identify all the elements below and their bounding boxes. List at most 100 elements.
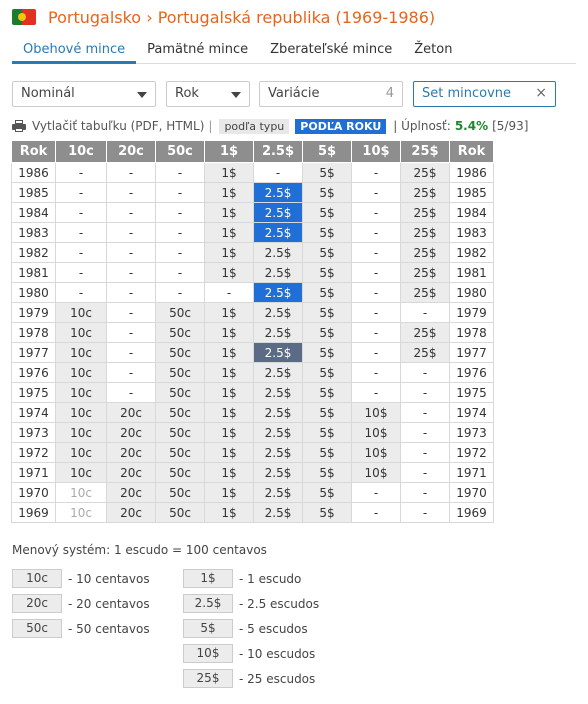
- coin-cell[interactable]: 10c: [55, 402, 107, 423]
- breadcrumb-country-link[interactable]: Portugalsko: [48, 8, 141, 27]
- coin-cell[interactable]: 25$: [400, 242, 450, 263]
- coin-cell[interactable]: 5$: [302, 262, 352, 283]
- coin-cell[interactable]: 50c: [155, 302, 205, 323]
- coin-cell[interactable]: 5$: [302, 382, 352, 403]
- coin-cell[interactable]: 1$: [204, 162, 254, 183]
- coin-cell[interactable]: 5$: [302, 462, 352, 483]
- coin-cell[interactable]: 1$: [204, 182, 254, 203]
- coin-cell[interactable]: 1$: [204, 502, 254, 523]
- coin-cell[interactable]: 10$: [351, 402, 401, 423]
- coin-cell[interactable]: 1$: [204, 222, 254, 243]
- coin-cell[interactable]: 5$: [302, 342, 352, 363]
- coin-cell[interactable]: 1$: [204, 482, 254, 503]
- coin-cell[interactable]: 2.5$: [253, 222, 303, 243]
- coin-cell[interactable]: 50c: [155, 342, 205, 363]
- coin-cell[interactable]: 5$: [302, 322, 352, 343]
- coin-cell[interactable]: 2.5$: [253, 382, 303, 403]
- coin-cell[interactable]: 20c: [106, 442, 156, 463]
- coin-cell[interactable]: 5$: [302, 242, 352, 263]
- coin-cell[interactable]: 2.5$: [253, 202, 303, 223]
- coin-cell[interactable]: 1$: [204, 202, 254, 223]
- coin-cell[interactable]: 5$: [302, 222, 352, 243]
- tab-token[interactable]: Žeton: [403, 38, 463, 64]
- coin-cell[interactable]: 2.5$: [253, 282, 303, 303]
- coin-cell[interactable]: 5$: [302, 302, 352, 323]
- coin-cell[interactable]: 50c: [155, 442, 205, 463]
- coin-cell[interactable]: 2.5$: [253, 302, 303, 323]
- coin-cell[interactable]: 1$: [204, 362, 254, 383]
- coin-cell[interactable]: 10c: [55, 362, 107, 383]
- coin-cell[interactable]: 2.5$: [253, 242, 303, 263]
- coin-cell[interactable]: 10c: [55, 442, 107, 463]
- coin-cell[interactable]: 20c: [106, 422, 156, 443]
- coin-cell[interactable]: 5$: [302, 362, 352, 383]
- coin-cell[interactable]: 25$: [400, 202, 450, 223]
- coin-cell[interactable]: 1$: [204, 442, 254, 463]
- coin-cell[interactable]: 50c: [155, 402, 205, 423]
- coin-cell[interactable]: 50c: [155, 462, 205, 483]
- coin-cell[interactable]: 25$: [400, 222, 450, 243]
- coin-cell[interactable]: 50c: [155, 322, 205, 343]
- coin-cell[interactable]: 50c: [155, 482, 205, 503]
- coin-cell[interactable]: 1$: [204, 322, 254, 343]
- coin-cell[interactable]: 2.5$: [253, 182, 303, 203]
- coin-cell[interactable]: 5$: [302, 182, 352, 203]
- coin-cell[interactable]: 5$: [302, 402, 352, 423]
- view-by-type-button[interactable]: podľa typu: [219, 118, 290, 134]
- coin-cell[interactable]: 10c: [55, 382, 107, 403]
- coin-cell[interactable]: 25$: [400, 322, 450, 343]
- coin-cell[interactable]: 10c: [55, 482, 107, 503]
- coin-cell[interactable]: 2.5$: [253, 262, 303, 283]
- coin-cell[interactable]: 10c: [55, 322, 107, 343]
- coin-cell[interactable]: 1$: [204, 382, 254, 403]
- coin-cell[interactable]: 2.5$: [253, 342, 303, 363]
- variation-select[interactable]: Variácie 4: [259, 81, 403, 107]
- coin-cell[interactable]: 2.5$: [253, 442, 303, 463]
- coin-cell[interactable]: 10c: [55, 422, 107, 443]
- coin-cell[interactable]: 2.5$: [253, 362, 303, 383]
- coin-cell[interactable]: 1$: [204, 422, 254, 443]
- coin-cell[interactable]: 50c: [155, 382, 205, 403]
- coin-cell[interactable]: 10c: [55, 462, 107, 483]
- coin-cell[interactable]: 2.5$: [253, 422, 303, 443]
- coin-cell[interactable]: 1$: [204, 262, 254, 283]
- close-icon[interactable]: ×: [535, 85, 547, 101]
- coin-cell[interactable]: 50c: [155, 362, 205, 383]
- coin-cell[interactable]: 1$: [204, 342, 254, 363]
- coin-cell[interactable]: 5$: [302, 282, 352, 303]
- coin-cell[interactable]: 5$: [302, 442, 352, 463]
- view-by-year-button[interactable]: PODĽA ROKU: [295, 118, 387, 134]
- coin-cell[interactable]: 10c: [55, 502, 107, 523]
- coin-cell[interactable]: 5$: [302, 482, 352, 503]
- coin-cell[interactable]: 25$: [400, 282, 450, 303]
- coin-cell[interactable]: 25$: [400, 182, 450, 203]
- nominal-select[interactable]: Nominál: [12, 81, 156, 107]
- coin-cell[interactable]: 20c: [106, 482, 156, 503]
- coin-cell[interactable]: 10c: [55, 302, 107, 323]
- coin-cell[interactable]: 25$: [400, 162, 450, 183]
- coin-cell[interactable]: 2.5$: [253, 322, 303, 343]
- coin-cell[interactable]: 1$: [204, 462, 254, 483]
- coin-cell[interactable]: 2.5$: [253, 482, 303, 503]
- coin-cell[interactable]: 10$: [351, 422, 401, 443]
- coin-cell[interactable]: 5$: [302, 202, 352, 223]
- coin-cell[interactable]: 20c: [106, 502, 156, 523]
- coin-cell[interactable]: 20c: [106, 462, 156, 483]
- coin-cell[interactable]: 50c: [155, 422, 205, 443]
- coin-cell[interactable]: 5$: [302, 502, 352, 523]
- print-table-link[interactable]: Vytlačiť tabuľku (PDF, HTML): [32, 119, 204, 133]
- tab-collector-coins[interactable]: Zberateľské mince: [259, 38, 403, 64]
- coin-cell[interactable]: 2.5$: [253, 402, 303, 423]
- coin-cell[interactable]: 10$: [351, 462, 401, 483]
- coin-cell[interactable]: 25$: [400, 342, 450, 363]
- coin-cell[interactable]: 1$: [204, 242, 254, 263]
- tab-circulation-coins[interactable]: Obehové mince: [12, 38, 137, 64]
- year-select[interactable]: Rok: [166, 81, 250, 107]
- tab-commemorative-coins[interactable]: Pamätné mince: [136, 38, 259, 64]
- coin-cell[interactable]: 2.5$: [253, 502, 303, 523]
- coin-cell[interactable]: 1$: [204, 402, 254, 423]
- coin-cell[interactable]: 5$: [302, 422, 352, 443]
- coin-cell[interactable]: 10$: [351, 442, 401, 463]
- coin-cell[interactable]: 25$: [400, 262, 450, 283]
- coin-cell[interactable]: 2.5$: [253, 462, 303, 483]
